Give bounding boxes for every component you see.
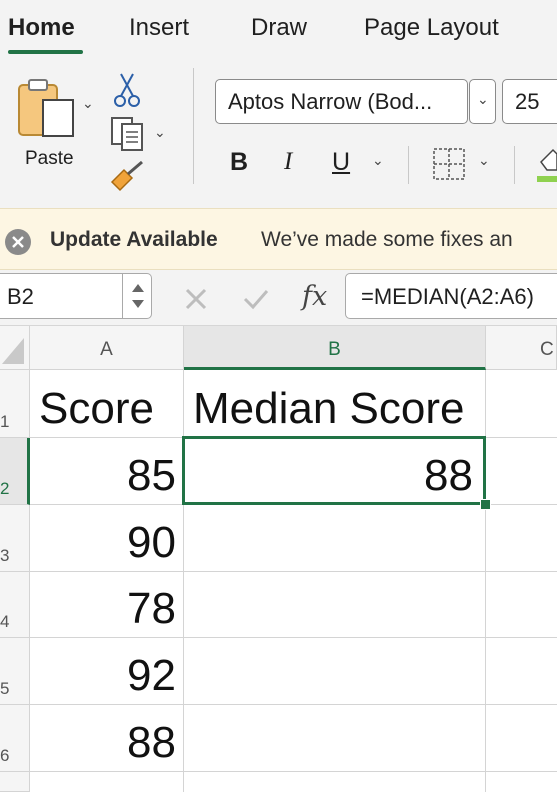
chevron-down-icon: ⌄ — [477, 91, 489, 107]
cell-a6[interactable]: 88 — [30, 705, 184, 772]
active-cell-selection — [182, 436, 486, 505]
row-number: 1 — [0, 412, 10, 431]
cell-b3[interactable] — [184, 505, 486, 572]
insert-function-fx-button[interactable]: fx — [302, 281, 327, 312]
cell-value: 90 — [127, 518, 176, 567]
row-number: 2 — [0, 479, 10, 498]
column-header-c[interactable]: C — [486, 326, 557, 370]
column-header-a[interactable]: A — [30, 326, 184, 370]
row-header-2[interactable]: 2 — [0, 438, 30, 505]
paste-label: Paste — [25, 148, 74, 169]
cell-c3[interactable] — [486, 505, 557, 572]
row-header-1[interactable]: 1 — [0, 370, 30, 438]
borders-chevron-down-icon[interactable]: ⌄ — [478, 152, 490, 169]
row-header-7[interactable] — [0, 772, 30, 792]
cell-value: Median Score — [193, 384, 465, 433]
tab-page-layout[interactable]: Page Layout — [364, 14, 499, 42]
cut-scissors-icon[interactable] — [114, 72, 140, 108]
column-header-b[interactable]: B — [184, 326, 486, 370]
cell-a3[interactable]: 90 — [30, 505, 184, 572]
cell-a1[interactable]: Score — [30, 370, 184, 438]
cell-b6[interactable] — [184, 705, 486, 772]
cell-b4[interactable] — [184, 572, 486, 638]
ribbon-divider — [193, 68, 194, 184]
row-header-3[interactable]: 3 — [0, 505, 30, 572]
borders-icon[interactable] — [431, 146, 467, 182]
fill-color-icon[interactable] — [537, 146, 557, 184]
bold-button[interactable]: B — [230, 148, 248, 177]
select-all-corner[interactable] — [0, 326, 30, 370]
font-name-dropdown[interactable]: Aptos Narrow (Bod... — [215, 79, 468, 124]
font-name-value: Aptos Narrow (Bod... — [228, 89, 433, 114]
cell-a7[interactable] — [30, 772, 184, 792]
row-header-4[interactable]: 4 — [0, 572, 30, 638]
ribbon: Home Insert Draw Page Layout ⌄ Paste ⌄ A… — [0, 0, 557, 208]
ribbon-divider — [408, 146, 409, 184]
cell-value: 85 — [127, 451, 176, 500]
fill-handle[interactable] — [480, 499, 491, 510]
ribbon-divider — [514, 146, 515, 184]
copy-icon[interactable] — [110, 116, 146, 152]
cell-c2[interactable] — [486, 438, 557, 505]
paste-chevron-down-icon[interactable]: ⌄ — [82, 95, 94, 112]
cell-a4[interactable]: 78 — [30, 572, 184, 638]
tab-insert[interactable]: Insert — [129, 14, 189, 42]
italic-button[interactable]: I — [284, 148, 292, 176]
row-header-5[interactable]: 5 — [0, 638, 30, 705]
cell-c1[interactable] — [486, 370, 557, 438]
active-tab-indicator — [8, 50, 83, 54]
copy-chevron-down-icon[interactable]: ⌄ — [154, 124, 166, 141]
formula-value: =MEDIAN(A2:A6) — [361, 284, 534, 309]
cell-value: 92 — [127, 651, 176, 700]
cell-value: 88 — [127, 718, 176, 767]
row-number: 5 — [0, 679, 10, 698]
select-all-triangle-icon — [2, 338, 24, 364]
cell-c4[interactable] — [486, 572, 557, 638]
cell-c5[interactable] — [486, 638, 557, 705]
format-painter-icon[interactable] — [110, 160, 146, 192]
cell-a2[interactable]: 85 — [30, 438, 184, 505]
underline-chevron-down-icon[interactable]: ⌄ — [372, 152, 384, 169]
close-circle-icon[interactable] — [4, 228, 32, 256]
row-number: 3 — [0, 546, 10, 565]
row-number: 4 — [0, 612, 10, 631]
name-box[interactable]: B2 — [0, 273, 152, 319]
cell-b1[interactable]: Median Score — [184, 370, 486, 438]
spreadsheet-grid: A B C 1 2 3 4 5 6 Score Median Score 85 … — [0, 326, 557, 792]
cell-c6[interactable] — [486, 705, 557, 772]
cell-value: 78 — [127, 584, 176, 633]
tab-home[interactable]: Home — [8, 14, 75, 42]
update-message-bar: Update Available We’ve made some fixes a… — [0, 208, 557, 270]
clipboard-icon — [18, 79, 74, 137]
name-box-divider — [122, 274, 123, 318]
formula-bar: B2 =MEDIAN(A2:A6) — [0, 270, 557, 326]
cell-b5[interactable] — [184, 638, 486, 705]
message-body: We’ve made some fixes an — [261, 228, 513, 251]
name-box-value: B2 — [7, 284, 34, 309]
underline-button[interactable]: U — [332, 148, 350, 177]
formula-input[interactable]: =MEDIAN(A2:A6) — [345, 273, 557, 319]
font-size-value: 25 — [515, 89, 540, 114]
cell-b7[interactable] — [184, 772, 486, 792]
cell-value: Score — [39, 384, 154, 433]
cancel-x-icon[interactable] — [184, 287, 208, 311]
row-header-6[interactable]: 6 — [0, 705, 30, 772]
font-size-dropdown[interactable]: 25 — [502, 79, 557, 124]
tab-draw[interactable]: Draw — [251, 14, 307, 42]
message-title: Update Available — [50, 228, 218, 251]
cell-a5[interactable]: 92 — [30, 638, 184, 705]
paste-button[interactable] — [15, 76, 77, 138]
row-number: 6 — [0, 746, 10, 765]
font-name-chevron-button[interactable]: ⌄ — [469, 79, 496, 124]
enter-check-icon[interactable] — [242, 287, 270, 311]
stepper-arrows-icon[interactable] — [130, 280, 146, 312]
